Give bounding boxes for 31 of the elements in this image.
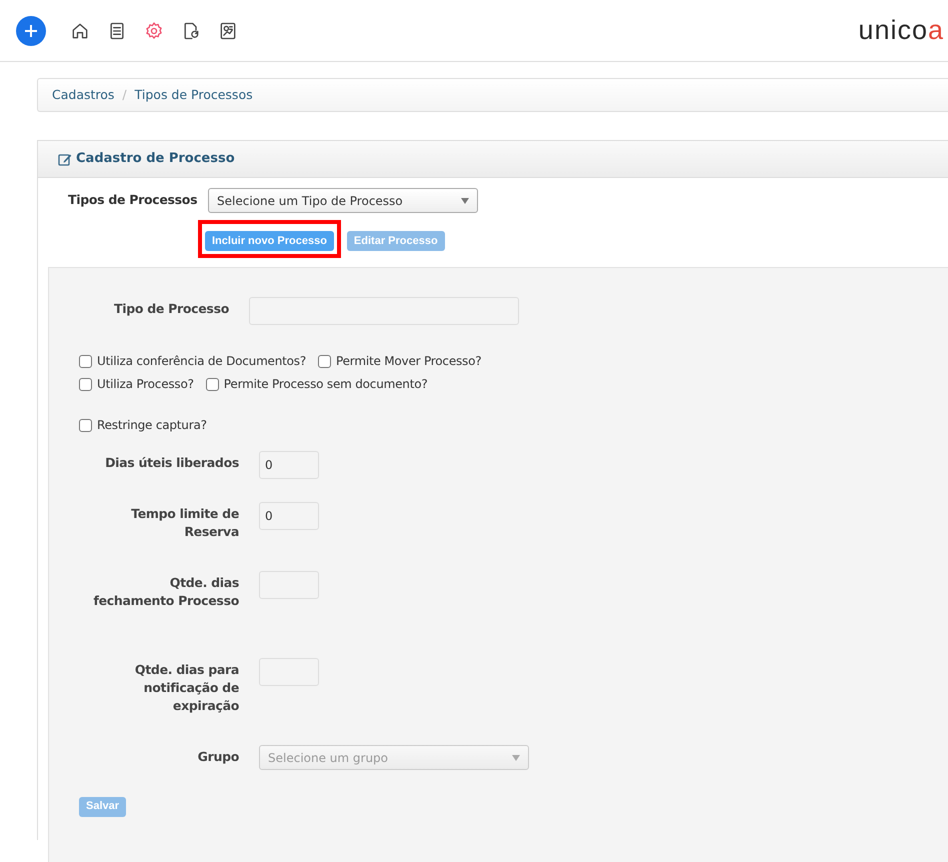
field-label: Tipo de Processo [113,300,229,318]
field-label: Dias úteis liberados [104,454,239,472]
add-button[interactable] [16,16,46,46]
field-label: Tempo limite de Reserva [130,505,239,542]
plus-icon [24,24,38,38]
breadcrumb-link[interactable]: Cadastros [52,86,114,104]
checkbox[interactable] [79,418,92,432]
field-label: Qtde. dias fechamento Processo [92,574,239,610]
breadcrumb-separator: / [122,86,127,104]
number-field[interactable]: 0 [259,502,319,530]
field-label: Qtde. dias para notificação de expiração [134,661,239,716]
checkbox-label: Utiliza conferência de Documentos? [97,353,306,370]
breadcrumb-link[interactable]: Tipos de Processos [134,86,253,104]
checkbox[interactable] [79,378,92,391]
image-file-icon[interactable] [218,20,238,40]
field-label: Tipos de Processos [68,191,198,210]
field-label: Grupo [196,748,239,766]
checkbox-label: Restringe captura? [97,417,207,434]
checkbox[interactable] [206,378,219,391]
edit-icon [58,152,72,166]
home-icon[interactable] [70,20,90,40]
logo-text: unicoa [858,14,944,48]
checkbox[interactable] [318,354,332,368]
process-type-select[interactable]: Selecione um Tipo de Processo [208,188,478,213]
checkbox-label: Permite Mover Processo? [336,353,482,370]
gear-icon[interactable] [144,20,164,40]
checkbox-label: Utiliza Processo? [97,376,194,394]
checkbox[interactable] [79,354,92,368]
checkbox-label: Permite Processo sem documento? [224,376,428,394]
panel-title: Cadastro de Processo [76,150,235,168]
number-field[interactable]: 0 [259,451,319,480]
